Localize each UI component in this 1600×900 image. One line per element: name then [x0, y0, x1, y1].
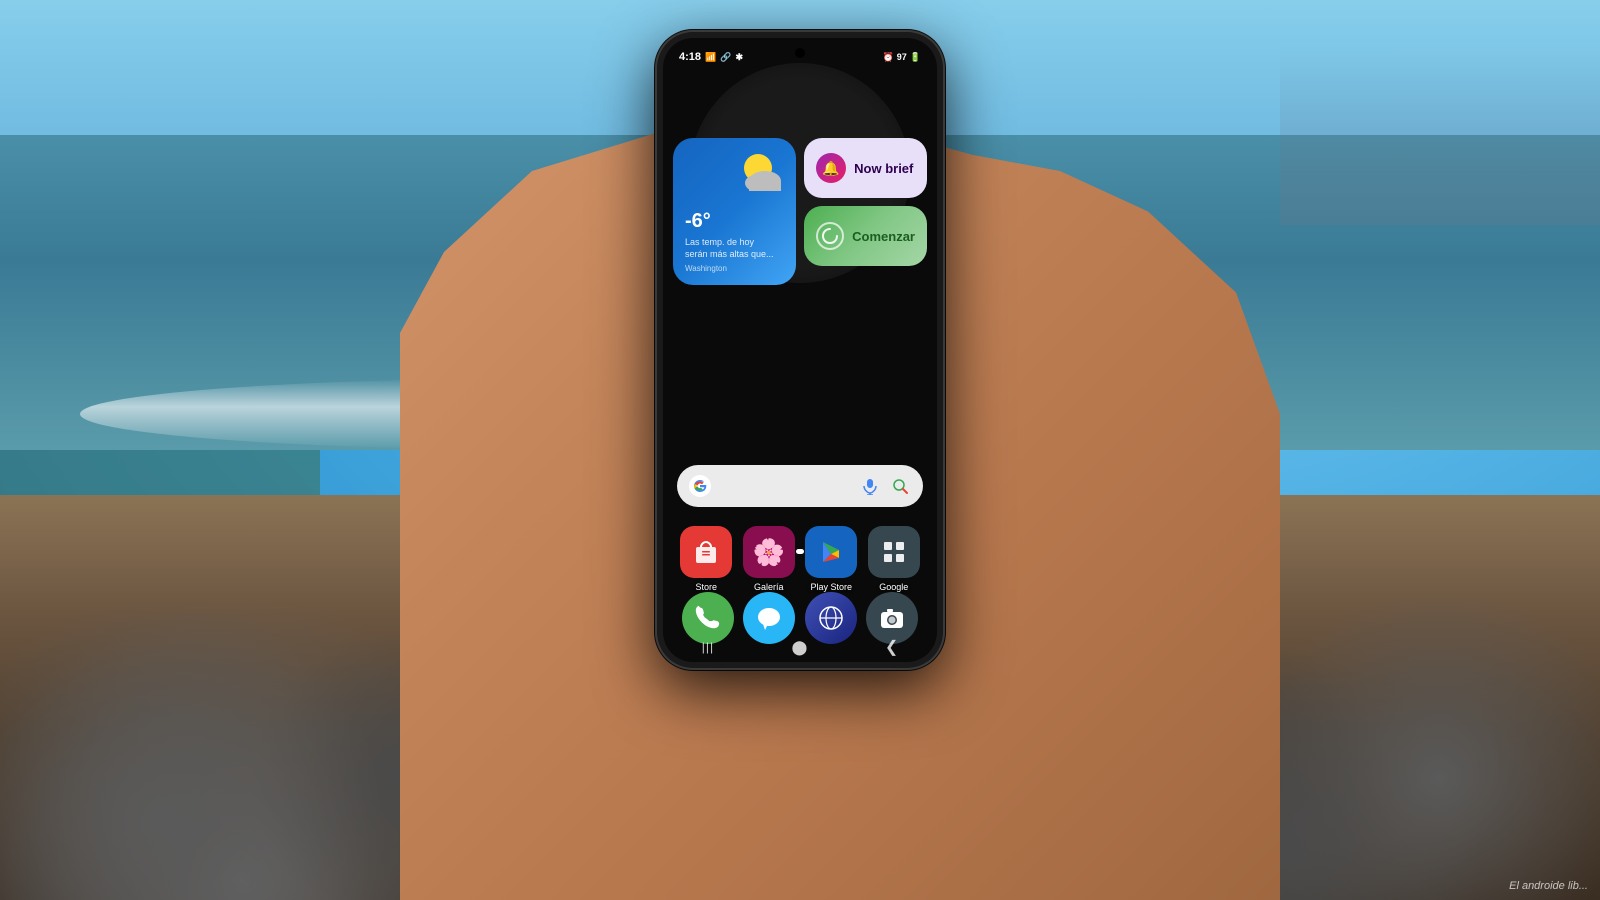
google-app-icon	[868, 526, 920, 578]
search-lens-button[interactable]	[889, 475, 911, 497]
search-bar[interactable]	[677, 465, 923, 507]
google-logo	[689, 475, 711, 497]
status-left: 4:18 📶 🔗 ✱	[679, 51, 743, 63]
galeria-app-label: Galería	[754, 582, 784, 592]
messages-icon-glyph	[755, 604, 783, 632]
comenzar-widget[interactable]: Comenzar	[804, 206, 927, 266]
watermark: El androide lib...	[1509, 880, 1588, 892]
weather-city: Washington	[685, 264, 784, 273]
google-grid-icon-glyph	[880, 538, 908, 566]
widgets-area: -6° Las temp. de hoyserán más altas que.…	[673, 138, 927, 285]
city-skyline	[1280, 45, 1600, 225]
battery-icon: 🔋	[910, 52, 921, 63]
right-widgets: 🔔 Now brief Comenzar	[804, 138, 927, 285]
comenzar-icon	[816, 222, 844, 250]
lens-icon	[891, 477, 909, 495]
galeria-icon-glyph: 🌸	[753, 537, 785, 568]
store-app-label: Store	[695, 582, 717, 592]
nav-home-button[interactable]: ⬤	[792, 639, 808, 656]
app-grid: Store 🌸 Galería	[677, 526, 923, 592]
weather-temperature: -6°	[685, 210, 784, 233]
now-brief-widget[interactable]: 🔔 Now brief	[804, 138, 927, 198]
now-brief-label: Now brief	[854, 161, 913, 176]
phone-icon-glyph	[694, 604, 722, 632]
now-brief-icon-glyph: 🔔	[822, 160, 839, 177]
now-brief-icon: 🔔	[816, 153, 846, 183]
camera-icon-glyph	[878, 604, 906, 632]
camera-punch	[795, 48, 805, 58]
bt-icon: ✱	[735, 52, 743, 63]
comenzar-label: Comenzar	[852, 229, 915, 244]
google-app-label: Google	[879, 582, 908, 592]
browser-icon-glyph	[817, 604, 845, 632]
alarm-icon: ⏰	[883, 52, 894, 63]
phone-wrapper: 4:18 📶 🔗 ✱ ⏰ 97 🔋	[655, 30, 945, 870]
search-mic-button[interactable]	[859, 475, 881, 497]
galeria-app-icon: 🌸	[743, 526, 795, 578]
phone-body: 4:18 📶 🔗 ✱ ⏰ 97 🔋	[655, 30, 945, 670]
status-right: ⏰ 97 🔋	[883, 52, 921, 63]
playstore-app-icon	[805, 526, 857, 578]
time-display: 4:18	[679, 51, 701, 63]
weather-description: Las temp. de hoyserán más altas que...	[685, 237, 784, 260]
navigation-bar: ||| ⬤ ❮	[663, 632, 937, 662]
app-item-store[interactable]: Store	[677, 526, 736, 592]
app-item-playstore[interactable]: Play Store	[802, 526, 861, 592]
app-item-google[interactable]: Google	[865, 526, 924, 592]
mic-icon	[861, 477, 879, 495]
wifi-icon: 🔗	[720, 52, 731, 63]
weather-widget[interactable]: -6° Las temp. de hoyserán más altas que.…	[673, 138, 796, 285]
playstore-app-label: Play Store	[810, 582, 852, 592]
nav-back-button[interactable]: ❮	[885, 637, 898, 657]
store-app-icon	[680, 526, 732, 578]
weather-icon	[733, 146, 788, 201]
app-item-galeria[interactable]: 🌸 Galería	[740, 526, 799, 592]
playstore-icon-glyph	[816, 537, 846, 567]
signal-icon: 📶	[705, 52, 716, 63]
comenzar-spiral-icon	[821, 227, 839, 245]
store-icon-glyph	[691, 537, 721, 567]
phone-screen: 4:18 📶 🔗 ✱ ⏰ 97 🔋	[663, 38, 937, 662]
battery-level: 97	[897, 52, 907, 62]
nav-recents-button[interactable]: |||	[702, 640, 714, 654]
